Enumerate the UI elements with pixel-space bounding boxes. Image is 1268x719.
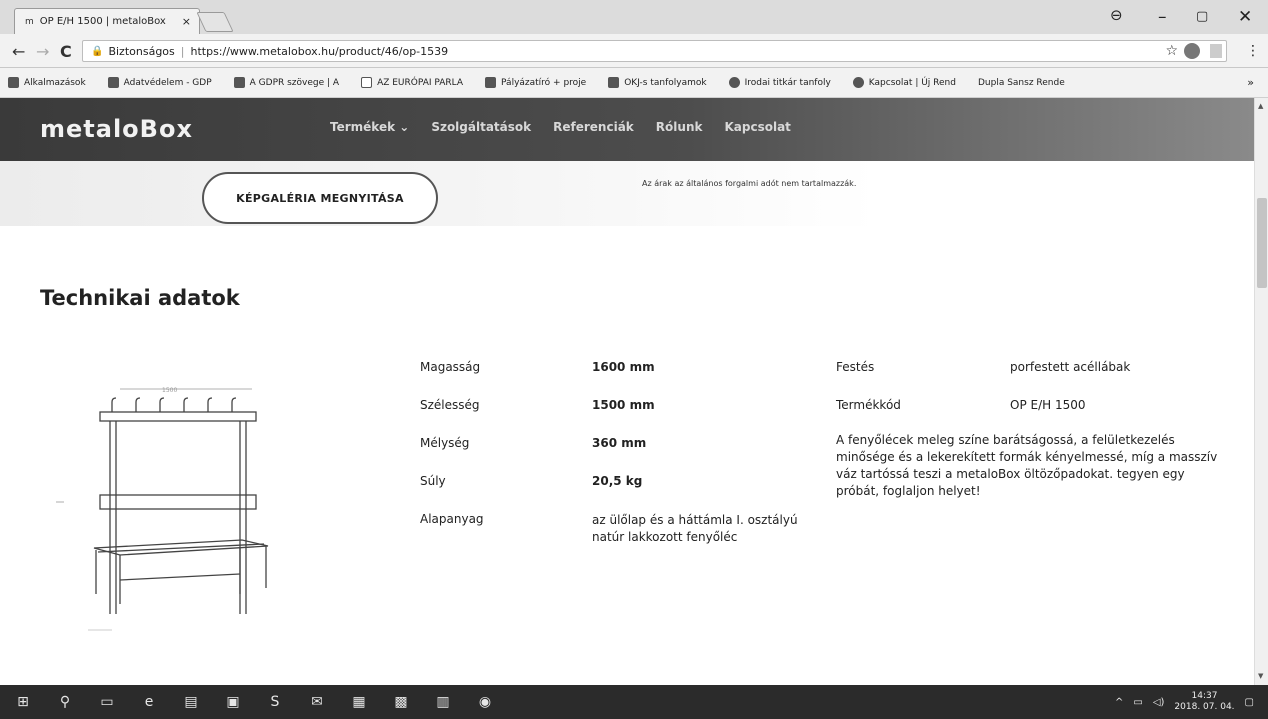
extension-icon[interactable]	[1184, 43, 1200, 59]
bookmark-item[interactable]: Dupla Sansz Rende	[978, 78, 1065, 88]
spec-label-product-code: Termékkód	[836, 398, 901, 412]
maximize-icon[interactable]: ▢	[1196, 9, 1208, 24]
tab-title: OP E/H 1500 | metaloBox	[39, 16, 166, 27]
file-explorer-icon[interactable]: ▤	[182, 693, 200, 711]
profile-icon[interactable]: ⊖	[1110, 6, 1123, 24]
bookmark-item[interactable]: Adatvédelem - GDP	[107, 77, 212, 88]
spec-label-height: Magasság	[420, 360, 481, 374]
bookmark-icon	[107, 77, 119, 88]
spec-label-finish: Festés	[836, 360, 875, 374]
bookmarks-bar: Alkalmazások Adatvédelem - GDP A GDPR sz…	[0, 68, 1268, 98]
clock-date: 2018. 07. 04.	[1174, 702, 1235, 712]
vat-note: Az árak az általános forgalmi adót nem t…	[642, 179, 857, 188]
scroll-up-icon[interactable]: ▲	[1258, 102, 1263, 110]
close-window-icon[interactable]: ✕	[1238, 7, 1252, 27]
page-scrollbar[interactable]: ▲ ▼	[1254, 98, 1268, 685]
search-icon[interactable]: ⚲	[56, 693, 74, 711]
nav-kapcsolat[interactable]: Kapcsolat	[724, 120, 790, 134]
store-icon[interactable]: ▣	[224, 693, 242, 711]
skype-icon[interactable]: S	[266, 693, 284, 711]
nav-szolgaltatasok[interactable]: Szolgáltatások	[431, 120, 531, 134]
volume-icon[interactable]: ◁)	[1153, 697, 1165, 708]
system-tray: ^ ▭ ◁) 14:37 2018. 07. 04. ▢	[1115, 685, 1254, 719]
page-icon	[361, 77, 373, 88]
image-dimension-label: 1500	[162, 387, 177, 394]
bookmark-item[interactable]: Irodai titkár tanfoly	[728, 77, 831, 88]
tab-close-icon[interactable]: ×	[182, 15, 191, 28]
address-toolbar: ← → C 🔒 Biztonságos | https://www.metalo…	[0, 34, 1268, 68]
network-icon[interactable]: ▭	[1133, 697, 1142, 708]
windows-taskbar: ⊞ ⚲ ▭ e ▤ ▣ S ✉ ▦ ▩ ▥ ◉ ^ ▭ ◁) 14:37 201…	[0, 685, 1268, 719]
nav-termekek[interactable]: Termékek ⌄	[330, 120, 409, 134]
spec-value-finish: porfestett acéllábak	[1010, 360, 1131, 374]
url-separator: |	[180, 44, 185, 58]
open-gallery-button[interactable]: KÉPGALÉRIA MEGNYITÁSA	[202, 172, 438, 224]
browser-menu-icon[interactable]: ⋮	[1246, 43, 1260, 59]
spec-value-height: 1600 mm	[592, 360, 655, 374]
task-view-icon[interactable]: ▭	[98, 693, 116, 711]
clock-time: 14:37	[1191, 691, 1218, 701]
spec-value-width: 1500 mm	[592, 398, 655, 412]
reload-icon[interactable]: C	[60, 42, 72, 61]
new-tab-button[interactable]	[196, 12, 234, 32]
url-text[interactable]: https://www.metalobox.hu/product/46/op-1…	[190, 45, 448, 58]
spec-label-width: Szélesség	[420, 398, 480, 412]
word-icon[interactable]: ▥	[434, 693, 452, 711]
forward-icon[interactable]: →	[36, 42, 49, 61]
spec-label-weight: Súly	[420, 474, 446, 488]
excel-icon[interactable]: ▦	[350, 693, 368, 711]
product-image: 1500	[56, 387, 269, 631]
bookmark-star-icon[interactable]: ☆	[1165, 43, 1178, 59]
tray-expand-icon[interactable]: ^	[1115, 697, 1123, 708]
scroll-thumb[interactable]	[1257, 198, 1267, 288]
minimize-icon[interactable]: –	[1158, 7, 1167, 27]
lock-icon: 🔒	[91, 45, 104, 57]
product-description: A fenyőlécek meleg színe barátságossá, a…	[836, 433, 1218, 498]
bookmark-icon	[485, 77, 497, 88]
browser-titlebar: m OP E/H 1500 | metaloBox × ⊖ – ▢ ✕	[0, 0, 1268, 34]
bookmark-apps[interactable]: Alkalmazások	[8, 77, 86, 88]
photos-icon[interactable]: ▩	[392, 693, 410, 711]
apps-grid-icon	[8, 77, 19, 88]
notifications-icon[interactable]: ▢	[1245, 697, 1254, 708]
nav-referenciak[interactable]: Referenciák	[553, 120, 634, 134]
favicon-icon: m	[25, 16, 34, 27]
clock[interactable]: 14:37 2018. 07. 04.	[1174, 691, 1234, 713]
edge-browser-icon[interactable]: e	[140, 693, 158, 711]
bookmark-item[interactable]: Kapcsolat | Új Rend	[852, 77, 956, 88]
bookmarks-more-icon[interactable]: »	[1247, 76, 1254, 89]
bookmark-icon	[728, 77, 740, 88]
nav-rolunk[interactable]: Rólunk	[656, 120, 703, 134]
bookmark-item[interactable]: OKJ-s tanfolyamok	[608, 77, 707, 88]
bookmark-item[interactable]: AZ EURÓPAI PARLA	[361, 77, 463, 88]
bookmark-icon	[852, 77, 864, 88]
spec-value-weight: 20,5 kg	[592, 474, 643, 488]
bookmark-icon	[233, 77, 245, 88]
extension-square-icon[interactable]	[1210, 44, 1222, 58]
secure-label: Biztonságos	[108, 44, 175, 58]
bookmark-icon	[608, 77, 620, 88]
bookmark-item[interactable]: A GDPR szövege | A	[233, 77, 339, 88]
browser-tab-active[interactable]: m OP E/H 1500 | metaloBox ×	[14, 8, 200, 34]
url-bar[interactable]: 🔒 Biztonságos | https://www.metalobox.hu…	[82, 40, 1227, 62]
bookmark-item[interactable]: Pályázatíró + proje	[485, 77, 586, 88]
spec-value-product-code: OP E/H 1500	[1010, 398, 1086, 412]
site-header: metaloBox Termékek ⌄ Szolgáltatások Refe…	[0, 98, 1254, 161]
scroll-down-icon[interactable]: ▼	[1258, 672, 1263, 680]
back-icon[interactable]: ←	[12, 42, 25, 61]
main-navigation: Termékek ⌄ Szolgáltatások Referenciák Ró…	[330, 120, 791, 134]
windows-start-icon[interactable]: ⊞	[14, 693, 32, 711]
site-logo[interactable]: metaloBox	[40, 115, 193, 143]
spec-value-material: az ülőlap és a háttámla I. osztályú natú…	[592, 513, 798, 544]
section-title: Technikai adatok	[40, 286, 240, 310]
spec-label-depth: Mélység	[420, 436, 470, 450]
gallery-band	[0, 161, 1254, 226]
chrome-icon[interactable]: ◉	[476, 693, 494, 711]
spec-label-material: Alapanyag	[420, 512, 484, 526]
spec-value-depth: 360 mm	[592, 436, 647, 450]
mail-icon[interactable]: ✉	[308, 693, 326, 711]
